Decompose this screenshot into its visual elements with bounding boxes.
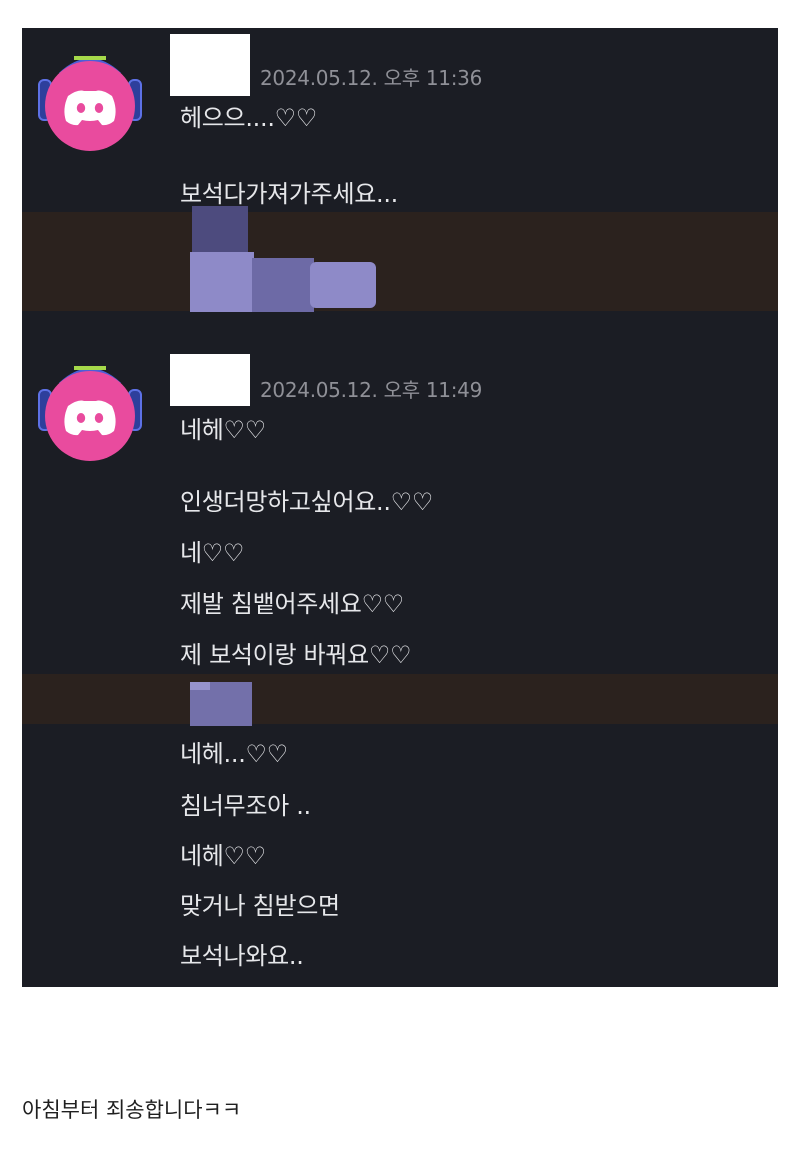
chat-message: 네헤♡♡ bbox=[180, 842, 266, 870]
chat-message: 인생더망하고싶어요..♡♡ bbox=[180, 488, 434, 516]
highlight-band bbox=[22, 212, 778, 311]
post-caption: 아침부터 죄송합니다ㅋㅋ bbox=[22, 1098, 242, 1122]
message-timestamp: 2024.05.12. 오후 11:36 bbox=[260, 66, 483, 90]
redacted-username bbox=[170, 354, 250, 406]
discord-avatar-icon[interactable] bbox=[30, 38, 150, 158]
redacted-username bbox=[170, 34, 250, 96]
chat-message: 보석나와요.. bbox=[180, 942, 304, 970]
chat-message: 침너무조아 .. bbox=[180, 792, 311, 820]
discord-avatar-icon[interactable] bbox=[30, 348, 150, 468]
chat-message: 제 보석이랑 바꿔요♡♡ bbox=[180, 641, 412, 669]
chat-message: 네헤♡♡ bbox=[180, 416, 266, 444]
chat-message: 헤으으....♡♡ bbox=[180, 104, 318, 132]
message-timestamp: 2024.05.12. 오후 11:49 bbox=[260, 378, 483, 402]
chat-message: 네헤...♡♡ bbox=[180, 740, 288, 768]
blurred-attachment bbox=[190, 206, 376, 312]
chat-message: 제발 침뱉어주세요♡♡ bbox=[180, 590, 404, 618]
chat-screenshot: 2024.05.12. 오후 11:36 헤으으....♡♡ 보석다가져가주세요… bbox=[22, 28, 778, 987]
chat-message: 맞거나 침받으면 bbox=[180, 892, 340, 920]
chat-message: 네♡♡ bbox=[180, 539, 245, 567]
highlight-band bbox=[22, 674, 778, 724]
blurred-attachment bbox=[190, 682, 252, 726]
